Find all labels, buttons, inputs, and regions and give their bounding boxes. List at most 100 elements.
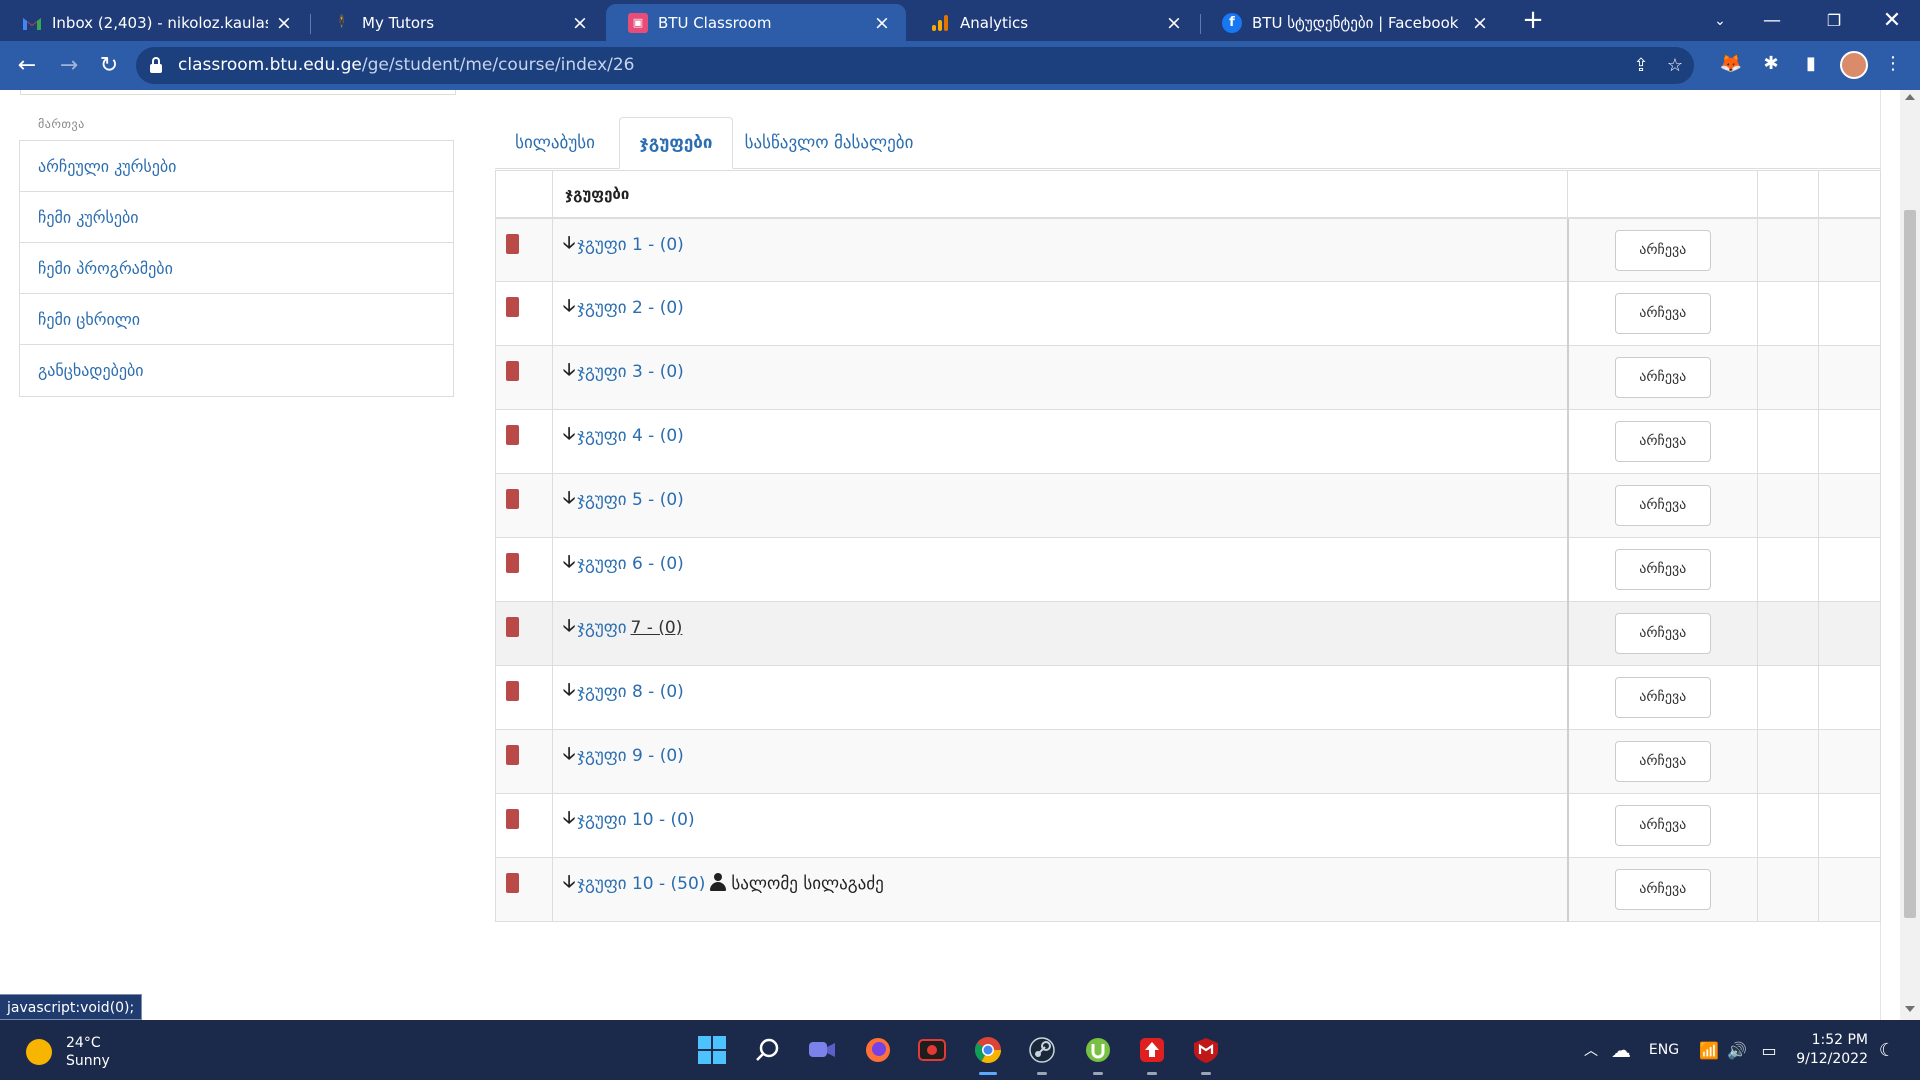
minimize-button[interactable]: —	[1744, 0, 1800, 41]
extensions-puzzle-icon[interactable]: ✱	[1758, 51, 1784, 77]
group-link[interactable]: ჯგუფი 4 - (0)	[577, 426, 684, 446]
running-app-indicator	[1147, 1072, 1157, 1075]
group-link[interactable]: ჯგუფი 5 - (0)	[577, 490, 684, 510]
choose-button[interactable]: არჩევა	[1614, 613, 1711, 654]
close-tab-icon[interactable]: ×	[274, 12, 294, 34]
scrollbar-thumb[interactable]	[1904, 210, 1916, 918]
action-cell: არჩევა	[1567, 409, 1758, 474]
upload-app-icon[interactable]	[1136, 1034, 1168, 1075]
browser-tab-btu-classroom[interactable]: ▣ BTU Classroom ×	[606, 4, 906, 41]
forward-arrow-icon[interactable]: →	[54, 51, 84, 81]
battery-icon[interactable]: ▭	[1754, 1020, 1784, 1080]
scroll-up-arrow-icon[interactable]	[1905, 94, 1915, 100]
choose-button[interactable]: არჩევა	[1614, 485, 1711, 526]
wifi-icon[interactable]: 📶	[1696, 1020, 1722, 1080]
group-link[interactable]: ჯგუფი 6 - (0)	[577, 554, 684, 574]
tab-search-chevron-icon[interactable]: ⌄	[1692, 0, 1748, 41]
teams-chat-icon[interactable]	[806, 1034, 838, 1066]
status-marker	[506, 425, 519, 445]
language-indicator[interactable]: ENG	[1644, 1020, 1684, 1080]
scroll-down-arrow-icon[interactable]	[1905, 1006, 1915, 1012]
choose-button[interactable]: არჩევა	[1614, 421, 1711, 462]
group-link[interactable]: ჯგუფი 2 - (0)	[577, 298, 684, 318]
header-cell-empty	[1567, 170, 1758, 219]
clock-date: 9/12/2022	[1796, 1051, 1868, 1067]
share-icon[interactable]: ⇪	[1628, 53, 1654, 79]
system-clock[interactable]: 1:52 PM 9/12/2022	[1790, 1031, 1868, 1069]
close-tab-icon[interactable]: ×	[872, 12, 892, 34]
table-row: 🡣 ჯგუფი 10 - (0) არჩევა	[495, 793, 1881, 858]
empty-cell	[1818, 345, 1881, 410]
arrow-down-icon: 🡣	[563, 680, 576, 700]
group-link[interactable]: ჯგუფი 10 - (50)	[577, 874, 705, 894]
group-link[interactable]: ჯგუფი 1 - (0)	[577, 235, 684, 255]
choose-button[interactable]: არჩევა	[1614, 869, 1711, 910]
sidebar-item-my-schedule[interactable]: ჩემი ცხრილი	[20, 294, 453, 345]
group-link[interactable]: ჯგუფი 8 - (0)	[577, 682, 684, 702]
address-bar[interactable]: classroom.btu.edu.ge/ge/student/me/cours…	[136, 47, 1694, 84]
bookmark-star-icon[interactable]: ☆	[1662, 53, 1688, 79]
browser-tab-my-tutors[interactable]: 🕴 My Tutors ×	[310, 4, 604, 41]
utorrent-icon[interactable]	[1082, 1034, 1114, 1075]
choose-button[interactable]: არჩევა	[1614, 293, 1711, 334]
profile-avatar[interactable]	[1840, 51, 1868, 79]
choose-button[interactable]: არჩევა	[1614, 677, 1711, 718]
choose-button[interactable]: არჩევა	[1614, 741, 1711, 782]
choose-button[interactable]: არჩევა	[1614, 805, 1711, 846]
sidebar-item-announcements[interactable]: განცხადებები	[20, 345, 453, 396]
arrow-down-icon: 🡣	[563, 296, 576, 316]
group-cell: 🡣 ჯგუფი 3 - (0)	[552, 345, 1569, 410]
close-tab-icon[interactable]: ×	[1470, 12, 1490, 34]
arrow-down-icon: 🡣	[563, 872, 576, 892]
group-link[interactable]: ჯგუფი 3 - (0)	[577, 362, 684, 382]
arrow-down-icon: 🡣	[563, 232, 576, 253]
group-link[interactable]: ჯგუფი 9 - (0)	[577, 746, 684, 766]
tab-learning-materials[interactable]: სასწავლო მასალები	[741, 117, 917, 169]
reload-icon[interactable]: ↻	[94, 51, 124, 81]
sidebar-item-my-programs[interactable]: ჩემი პროგრამები	[20, 243, 453, 294]
tray-chevron-up-icon[interactable]: ︿	[1578, 1020, 1604, 1080]
tab-groups[interactable]: ჯგუფები	[619, 117, 733, 169]
weather-widget[interactable]: 24°C Sunny	[26, 1034, 110, 1070]
btu-icon: ▣	[628, 12, 648, 33]
firefox-icon[interactable]	[862, 1034, 894, 1066]
steam-icon[interactable]	[1026, 1034, 1058, 1075]
status-marker	[506, 873, 519, 893]
search-icon[interactable]	[752, 1034, 784, 1066]
volume-icon[interactable]: 🔊	[1724, 1020, 1750, 1080]
tab-syllabus[interactable]: სილაბუსი	[495, 117, 615, 169]
screen-recorder-icon[interactable]	[916, 1034, 948, 1066]
browser-tab-gmail[interactable]: Inbox (2,403) - nikoloz.kaulashvili ×	[0, 4, 308, 41]
restore-button[interactable]: ❐	[1806, 0, 1862, 41]
choose-button[interactable]: არჩევა	[1614, 229, 1711, 271]
back-arrow-icon[interactable]: ←	[12, 51, 42, 81]
marker-cell	[495, 665, 553, 730]
windows-start-icon[interactable]	[696, 1034, 728, 1066]
empty-cell	[1818, 665, 1881, 730]
group-cell: 🡣 ჯგუფი 9 - (0)	[552, 729, 1569, 794]
sidebar-item-my-courses[interactable]: ჩემი კურსები	[20, 192, 453, 243]
choose-button[interactable]: არჩევა	[1614, 549, 1711, 590]
action-cell: არჩევა	[1567, 473, 1758, 538]
person-icon	[709, 873, 727, 891]
group-cell: 🡣 ჯგუფი 6 - (0)	[552, 537, 1569, 602]
page-scrollbar[interactable]	[1900, 90, 1920, 1020]
notification-moon-icon[interactable]: ☾	[1874, 1020, 1900, 1080]
onedrive-cloud-icon[interactable]: ☁	[1606, 1020, 1636, 1080]
new-tab-button[interactable]: +	[1518, 6, 1548, 36]
mcafee-icon[interactable]	[1190, 1034, 1222, 1075]
group-link[interactable]: ჯგუფი 10 - (0)	[577, 810, 694, 830]
table-header-row: ჯგუფები	[495, 170, 1881, 219]
close-window-button[interactable]: ✕	[1864, 0, 1920, 41]
browser-tab-facebook[interactable]: f BTU სტუდენტები | Facebook ×	[1200, 4, 1504, 41]
chrome-icon[interactable]	[972, 1034, 1004, 1075]
browser-tab-analytics[interactable]: Analytics ×	[908, 4, 1198, 41]
close-tab-icon[interactable]: ×	[1164, 12, 1184, 34]
side-panel-icon[interactable]: ▮	[1798, 51, 1824, 77]
metamask-extension-icon[interactable]: 🦊	[1718, 51, 1744, 77]
choose-button[interactable]: არჩევა	[1614, 357, 1711, 398]
group-link[interactable]: ჯგუფი 7 - (0)	[577, 618, 682, 638]
close-tab-icon[interactable]: ×	[570, 12, 590, 34]
sidebar-item-chosen-courses[interactable]: არჩეული კურსები	[20, 141, 453, 192]
chrome-menu-icon[interactable]: ⋮	[1880, 51, 1906, 77]
